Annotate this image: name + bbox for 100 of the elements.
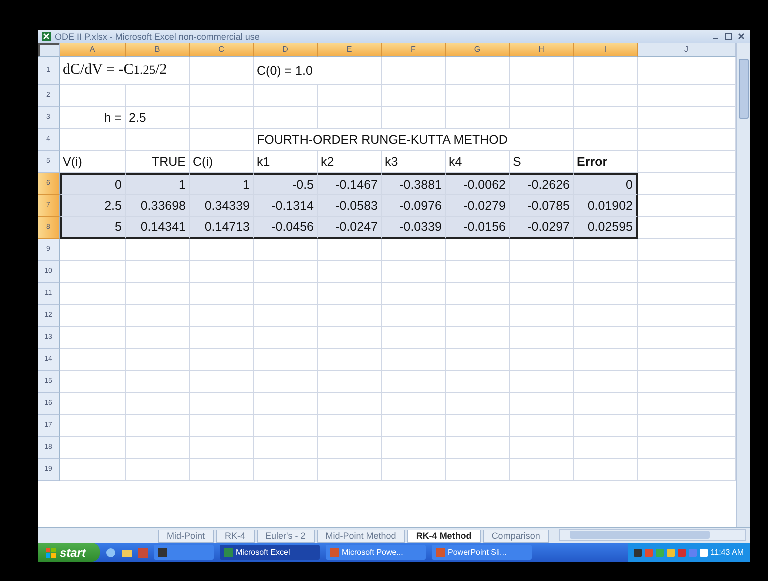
table-cell[interactable] — [60, 85, 126, 107]
table-cell[interactable]: -0.0156 — [446, 217, 510, 239]
table-cell[interactable]: -0.0456 — [254, 217, 318, 239]
sheet-tab[interactable]: RK-4 Method — [407, 530, 481, 543]
table-cell[interactable] — [190, 57, 254, 85]
table-cell[interactable] — [190, 459, 254, 481]
table-cell[interactable] — [254, 261, 318, 283]
table-cell[interactable] — [446, 349, 510, 371]
table-cell[interactable]: -0.5 — [254, 173, 318, 195]
table-cell[interactable]: 0.33698 — [126, 195, 190, 217]
table-cell[interactable] — [190, 107, 254, 129]
table-cell[interactable] — [638, 57, 736, 85]
table-cell[interactable] — [60, 327, 126, 349]
table-cell[interactable] — [638, 239, 736, 261]
table-cell[interactable] — [254, 459, 318, 481]
column-header[interactable]: I — [574, 43, 638, 57]
table-cell[interactable] — [638, 217, 736, 239]
table-cell[interactable] — [510, 239, 574, 261]
table-cell[interactable] — [126, 393, 190, 415]
table-cell[interactable] — [318, 107, 382, 129]
table-cell[interactable] — [254, 437, 318, 459]
table-cell[interactable]: 0.34339 — [190, 195, 254, 217]
table-cell[interactable]: 0.02595 — [574, 217, 638, 239]
table-cell[interactable] — [318, 261, 382, 283]
table-cell[interactable] — [318, 393, 382, 415]
table-cell[interactable] — [638, 195, 736, 217]
scroll-thumb[interactable] — [570, 531, 710, 539]
folder-icon[interactable] — [122, 548, 132, 558]
table-cell[interactable] — [638, 129, 736, 151]
table-cell[interactable] — [382, 239, 446, 261]
table-cell[interactable] — [510, 85, 574, 107]
table-cell[interactable]: -0.2626 — [510, 173, 574, 195]
table-cell[interactable] — [574, 283, 638, 305]
table-cell[interactable] — [574, 371, 638, 393]
table-cell[interactable] — [190, 371, 254, 393]
table-cell[interactable] — [190, 239, 254, 261]
sheet-tab[interactable]: RK-4 — [216, 530, 255, 543]
table-cell[interactable] — [60, 437, 126, 459]
table-cell[interactable] — [318, 371, 382, 393]
table-cell[interactable] — [574, 107, 638, 129]
table-cell[interactable] — [254, 305, 318, 327]
table-cell[interactable] — [254, 371, 318, 393]
table-cell[interactable]: V(i) — [60, 151, 126, 173]
table-cell[interactable] — [382, 371, 446, 393]
table-cell[interactable]: 5 — [60, 217, 126, 239]
table-cell[interactable] — [510, 305, 574, 327]
table-cell[interactable] — [510, 371, 574, 393]
taskbar-button[interactable]: Microsoft Excel — [220, 545, 320, 560]
table-cell[interactable] — [574, 349, 638, 371]
table-cell[interactable] — [254, 393, 318, 415]
table-cell[interactable] — [446, 437, 510, 459]
table-cell[interactable] — [190, 85, 254, 107]
table-cell[interactable] — [60, 305, 126, 327]
table-cell[interactable] — [446, 371, 510, 393]
table-cell[interactable] — [638, 327, 736, 349]
table-cell[interactable] — [126, 459, 190, 481]
column-header[interactable]: A — [60, 43, 126, 57]
table-cell[interactable]: 1 — [126, 173, 190, 195]
table-cell[interactable] — [382, 349, 446, 371]
table-cell[interactable] — [126, 129, 190, 151]
table-cell[interactable] — [126, 305, 190, 327]
table-cell[interactable] — [382, 459, 446, 481]
table-cell[interactable] — [60, 239, 126, 261]
table-cell[interactable] — [638, 261, 736, 283]
maximize-icon[interactable] — [724, 32, 733, 41]
table-cell[interactable] — [382, 261, 446, 283]
table-cell[interactable]: 1 — [190, 173, 254, 195]
table-title-cell[interactable]: FOURTH-ORDER RUNGE-KUTTA METHOD — [254, 129, 574, 151]
table-cell[interactable]: k4 — [446, 151, 510, 173]
column-header[interactable]: B — [126, 43, 190, 57]
table-cell[interactable]: k3 — [382, 151, 446, 173]
table-cell[interactable]: -0.0785 — [510, 195, 574, 217]
table-cell[interactable] — [254, 349, 318, 371]
taskbar-button[interactable]: PowerPoint Sli... — [432, 545, 532, 560]
table-cell[interactable] — [190, 261, 254, 283]
table-cell[interactable] — [254, 239, 318, 261]
table-cell[interactable] — [382, 415, 446, 437]
column-header[interactable]: F — [382, 43, 446, 57]
taskbar-button[interactable]: Microsoft Powe... — [326, 545, 426, 560]
table-cell[interactable]: 2.5 — [60, 195, 126, 217]
table-cell[interactable] — [638, 459, 736, 481]
table-cell[interactable] — [638, 371, 736, 393]
table-cell[interactable] — [126, 349, 190, 371]
table-cell[interactable] — [318, 305, 382, 327]
table-cell[interactable] — [60, 349, 126, 371]
table-cell[interactable] — [126, 239, 190, 261]
table-cell[interactable] — [446, 459, 510, 481]
table-cell[interactable] — [446, 305, 510, 327]
table-cell[interactable]: -0.1467 — [318, 173, 382, 195]
table-cell[interactable] — [318, 85, 382, 107]
table-cell[interactable] — [318, 459, 382, 481]
table-cell[interactable]: -0.0976 — [382, 195, 446, 217]
sheet-tab[interactable]: Mid-Point Method — [316, 530, 406, 543]
table-cell[interactable] — [60, 129, 126, 151]
select-all-button[interactable] — [38, 43, 60, 57]
table-cell[interactable] — [510, 415, 574, 437]
table-cell[interactable] — [318, 283, 382, 305]
table-cell[interactable] — [190, 349, 254, 371]
column-header[interactable]: G — [446, 43, 510, 57]
table-cell[interactable] — [254, 415, 318, 437]
